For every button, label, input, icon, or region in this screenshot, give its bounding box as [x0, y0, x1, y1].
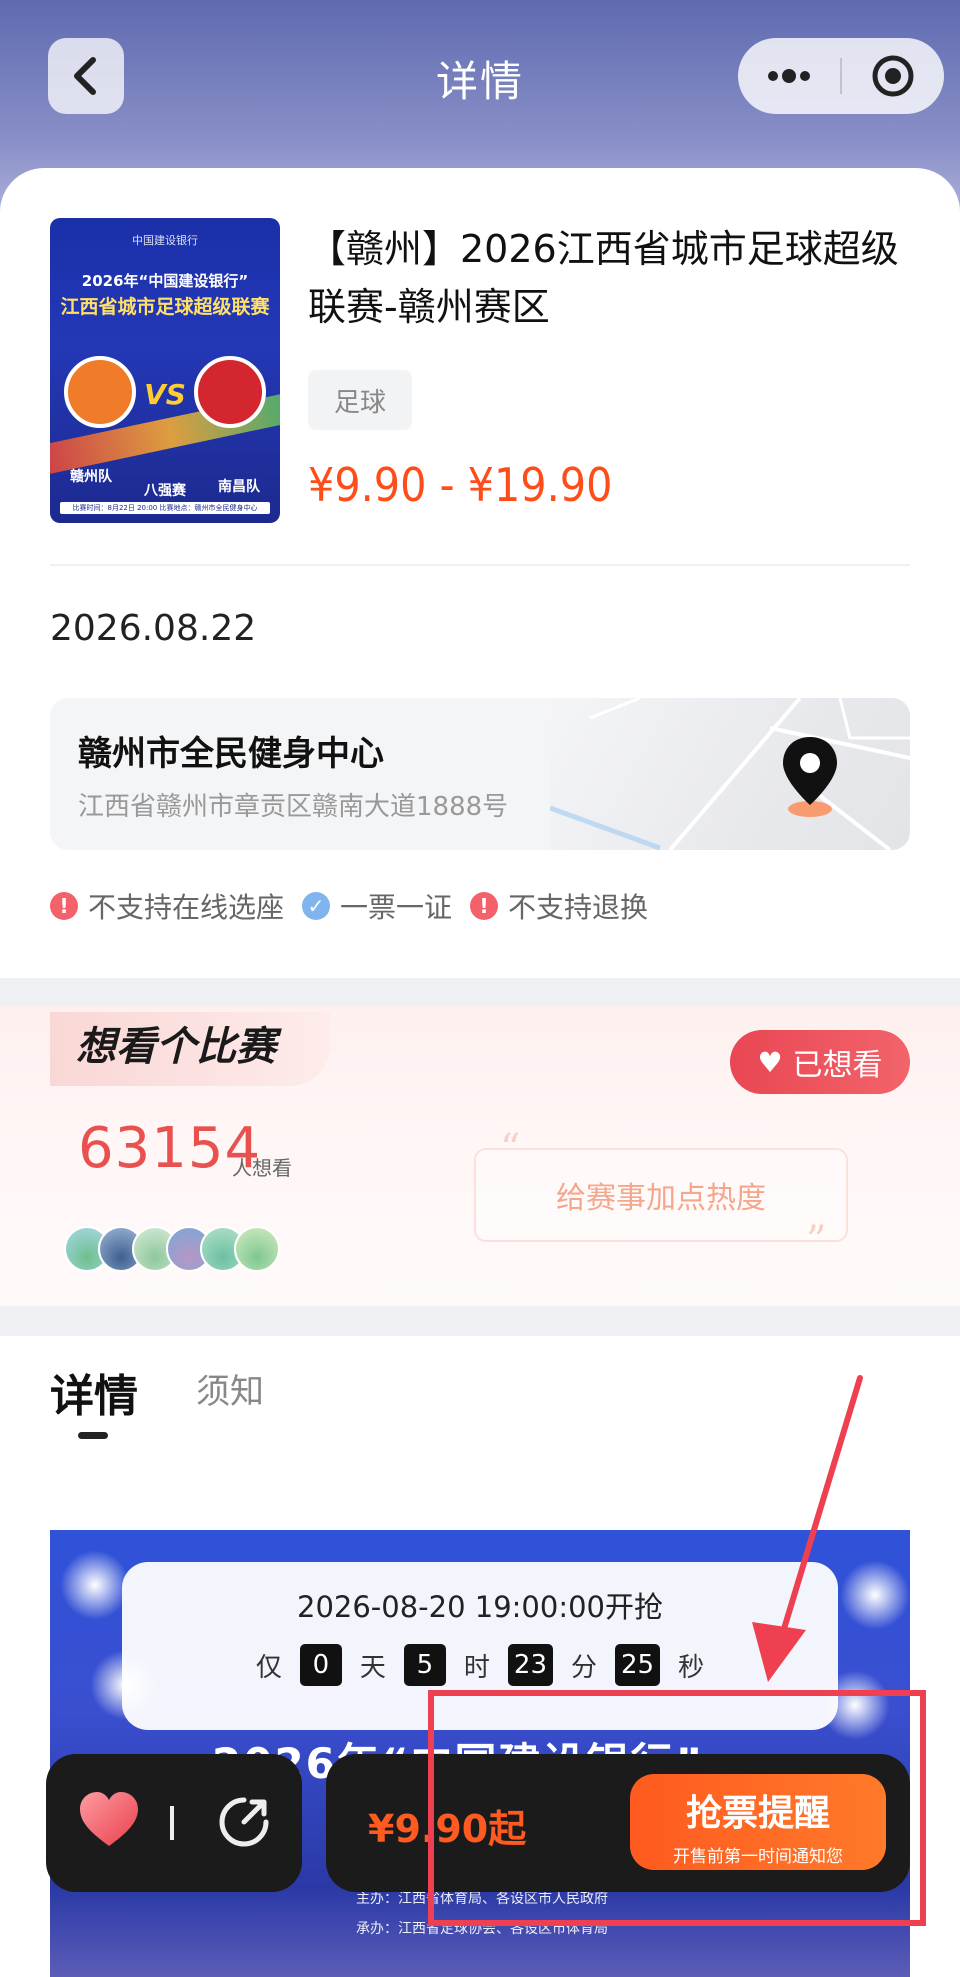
category-tag: 足球	[308, 370, 412, 430]
poster-team-right: 南昌队	[218, 479, 260, 495]
tab-detail[interactable]: 详情	[50, 1360, 138, 1424]
heart-icon: ♥	[757, 1045, 783, 1079]
countdown-days: 0	[299, 1644, 342, 1686]
countdown-days-unit: 天	[359, 1652, 386, 1683]
bottom-divider	[170, 1806, 174, 1840]
poster-vs: VS	[144, 378, 186, 411]
venue-address: 江西省赣州市章贡区赣南大道1888号	[78, 792, 509, 822]
want-to-see-section: 想看个比赛 ♥ 已想看 63154 人想看 “ 给赛事加点热度 ”	[0, 1006, 960, 1306]
event-date: 2026.08.22	[50, 608, 257, 649]
divider	[50, 564, 910, 566]
sale-start-time: 2026-08-20 19:00:00开抢	[297, 1590, 663, 1624]
back-button[interactable]	[48, 38, 124, 114]
bottom-actions-left	[46, 1754, 302, 1892]
event-poster[interactable]: 中国建设银行 2026年“中国建设银行” 江西省城市足球超级联赛 VS 赣州队 …	[50, 218, 280, 523]
more-icon	[768, 69, 810, 83]
quote-close-icon: ”	[806, 1218, 827, 1264]
event-card: 中国建设银行 2026年“中国建设银行” 江西省城市足球超级联赛 VS 赣州队 …	[0, 168, 960, 978]
feature-one-ticket-one-id: ✓ 一票一证	[302, 886, 452, 926]
mini-program-capsule	[738, 38, 944, 114]
chevron-left-icon	[74, 57, 96, 95]
more-button[interactable]	[738, 69, 840, 83]
want-unit: 人想看	[232, 1156, 292, 1180]
share-icon	[219, 1797, 269, 1847]
venue-card[interactable]: 赣州市全民健身中心 江西省赣州市章贡区赣南大道1888号	[50, 698, 910, 850]
poster-line1: 2026年“中国建设银行”	[81, 272, 249, 290]
venue-map	[549, 698, 910, 850]
countdown-hours: 5	[403, 1644, 446, 1686]
countdown-minutes: 23	[507, 1644, 553, 1686]
countdown-seconds: 25	[615, 1644, 661, 1686]
share-button[interactable]	[214, 1792, 274, 1856]
countdown-timer: 仅 0 天 5 时 23 分 25 秒	[122, 1644, 838, 1686]
event-title: 【赣州】2026江西省城市足球超级联赛-赣州赛区	[308, 227, 899, 329]
ticket-features: ! 不支持在线选座 ✓ 一票一证 ! 不支持退换	[50, 886, 666, 926]
warning-icon: !	[50, 892, 78, 920]
avatar	[234, 1226, 280, 1272]
close-miniprogram-button[interactable]	[842, 54, 944, 98]
active-tab-indicator	[78, 1432, 108, 1439]
countdown-hours-unit: 时	[463, 1652, 490, 1683]
already-want-label: 已想看	[792, 1048, 883, 1083]
map-roads	[549, 698, 910, 850]
stadium-light	[60, 1550, 130, 1620]
highlight-box	[428, 1690, 926, 1926]
tab-notice[interactable]: 须知	[196, 1364, 264, 1413]
feature-label: 一票一证	[340, 891, 453, 924]
feature-label: 不支持在线选座	[88, 891, 285, 924]
favorite-button[interactable]	[76, 1788, 142, 1858]
warning-icon: !	[470, 892, 499, 920]
countdown-seconds-unit: 秒	[678, 1652, 705, 1683]
heart-icon	[80, 1792, 138, 1846]
check-icon: ✓	[302, 892, 331, 920]
target-icon	[872, 55, 914, 97]
page-title: 详情	[435, 57, 524, 106]
poster-line2: 江西省城市足球超级联赛	[60, 296, 270, 318]
feature-no-seat-selection: ! 不支持在线选座	[50, 886, 284, 926]
annotation-arrow-icon	[752, 1375, 863, 1682]
want-section-title: 想看个比赛	[50, 1012, 330, 1086]
feature-label: 不支持退换	[508, 891, 649, 924]
location-pin-icon	[783, 737, 837, 817]
avatar-stack	[64, 1226, 280, 1272]
venue-name: 赣州市全民健身中心	[78, 734, 384, 774]
feature-no-refund: ! 不支持退换	[470, 886, 648, 926]
price-range: ¥9.90 - ¥19.90	[308, 458, 613, 512]
add-heat-button[interactable]: 给赛事加点热度	[474, 1148, 848, 1242]
already-want-button[interactable]: ♥ 已想看	[730, 1030, 910, 1094]
countdown-minutes-unit: 分	[571, 1652, 598, 1683]
countdown-prefix: 仅	[255, 1652, 282, 1683]
poster-sponsor: 中国建设银行	[132, 234, 198, 247]
poster-footer: 比赛时间：8月22日 20:00 比赛地点：赣州市全民健身中心	[60, 502, 270, 514]
